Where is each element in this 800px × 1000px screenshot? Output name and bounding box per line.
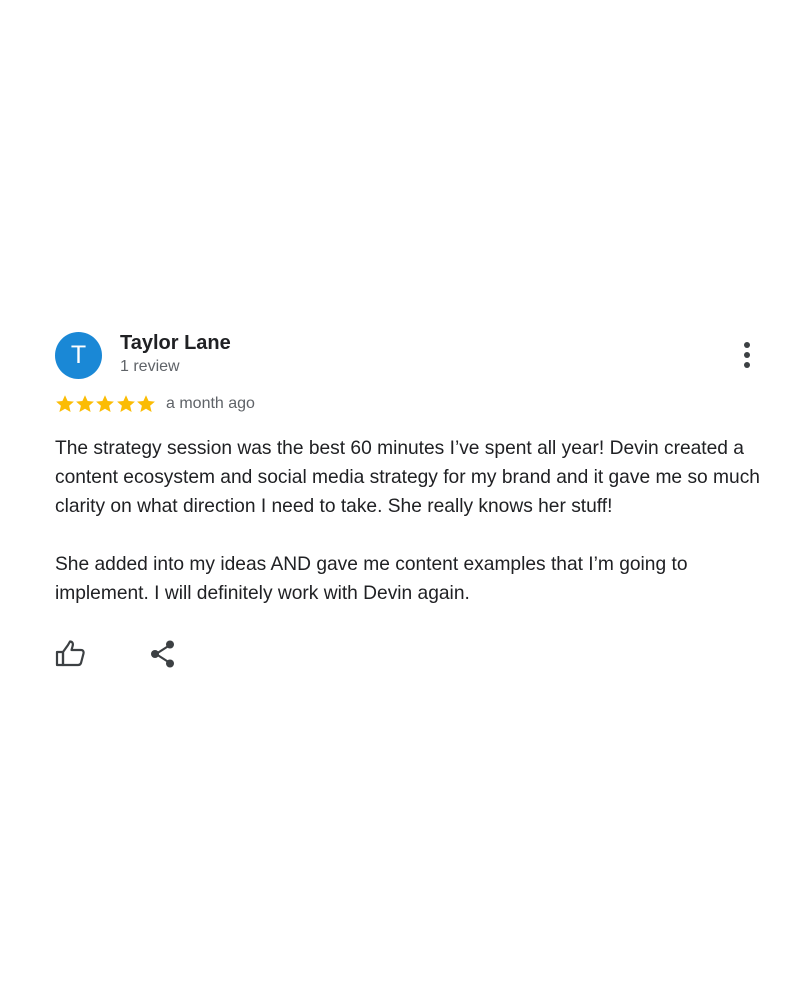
star-icon — [96, 395, 115, 412]
more-vert-icon-dot — [744, 362, 750, 368]
review-paragraph: The strategy session was the best 60 min… — [55, 438, 760, 517]
review-actions — [55, 638, 765, 678]
review-header: T Taylor Lane 1 review — [55, 330, 765, 382]
star-icon — [116, 395, 135, 412]
reviewer-review-count: 1 review — [120, 358, 180, 375]
like-button[interactable] — [55, 638, 87, 670]
star-rating — [55, 394, 156, 414]
more-options-button[interactable] — [737, 342, 757, 368]
thumbs-up-icon — [55, 640, 85, 667]
star-icon — [76, 395, 95, 412]
review-card: T Taylor Lane 1 review a month ago The s… — [55, 330, 765, 678]
share-icon — [151, 640, 174, 668]
more-vert-icon — [744, 342, 750, 348]
star-icon — [136, 395, 155, 412]
review-time: a month ago — [166, 395, 255, 412]
more-vert-icon-dot — [744, 352, 750, 358]
rating-row: a month ago — [55, 394, 765, 420]
review-text: The strategy session was the best 60 min… — [55, 434, 765, 608]
avatar[interactable]: T — [55, 332, 102, 379]
share-button[interactable] — [149, 638, 179, 670]
review-paragraph: She added into my ideas AND gave me cont… — [55, 554, 688, 604]
star-icon — [56, 395, 74, 412]
reviewer-name[interactable]: Taylor Lane — [120, 332, 231, 355]
